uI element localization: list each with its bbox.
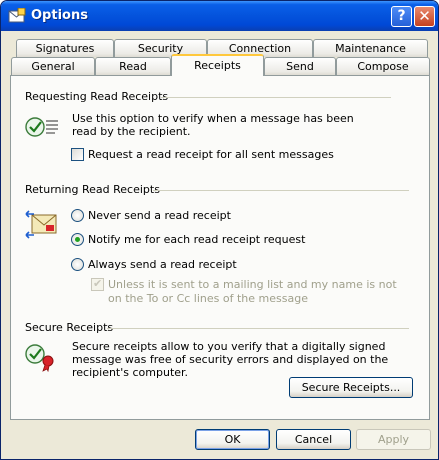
tab-maintenance[interactable]: Maintenance (313, 39, 428, 57)
request-receipt-label[interactable]: Request a read receipt for all sent mess… (88, 148, 334, 161)
returning-title: Returning Read Receipts (25, 183, 160, 196)
request-receipt-checkbox[interactable] (71, 148, 84, 161)
cancel-button[interactable]: Cancel (276, 429, 351, 450)
window-title: Options (31, 8, 88, 23)
envelope-icon (8, 8, 26, 23)
radio-notify[interactable] (71, 233, 84, 246)
checkmark-icon: ✔ (93, 277, 103, 290)
read-check-icon (25, 117, 58, 137)
return-receipt-icon (25, 210, 57, 239)
radio-notify-label[interactable]: Notify me for each read receipt request (88, 233, 305, 246)
title-bar[interactable]: Options ? ✕ (1, 1, 438, 31)
secure-receipts-button[interactable]: Secure Receipts... (289, 377, 413, 398)
radio-always-label[interactable]: Always send a read receipt (88, 258, 237, 271)
tab-general[interactable]: General (11, 57, 95, 75)
mailing-list-label[interactable]: Unless it is sent to a mailing list and … (108, 278, 408, 306)
options-dialog: Options ? ✕ Signatures Security Connecti… (0, 0, 439, 460)
tab-signatures[interactable]: Signatures (16, 39, 114, 57)
apply-button[interactable]: Apply (356, 429, 431, 450)
radio-never[interactable] (71, 209, 84, 222)
secure-description: Secure receipts allow to you verify that… (72, 340, 389, 379)
tab-receipts[interactable]: Receipts (171, 54, 264, 76)
section-divider (107, 328, 409, 329)
receipts-panel: Requesting Read Receipts Use this option… (10, 75, 430, 420)
radio-selected-dot (75, 237, 80, 242)
help-button[interactable]: ? (391, 6, 412, 27)
mailing-list-checkbox[interactable]: ✔ (91, 277, 104, 291)
section-divider (161, 97, 391, 98)
close-button[interactable]: ✕ (414, 6, 435, 27)
requesting-description: Use this option to verify when a message… (72, 112, 354, 138)
section-divider (153, 190, 409, 191)
tab-compose[interactable]: Compose (336, 57, 430, 75)
ok-button[interactable]: OK (195, 429, 270, 450)
requesting-title: Requesting Read Receipts (25, 90, 169, 103)
radio-always[interactable] (71, 258, 84, 271)
radio-never-label[interactable]: Never send a read receipt (88, 209, 231, 222)
tab-read[interactable]: Read (95, 57, 171, 75)
secure-title: Secure Receipts (25, 321, 114, 334)
secure-receipt-icon (25, 344, 54, 372)
tab-send[interactable]: Send (264, 57, 336, 75)
